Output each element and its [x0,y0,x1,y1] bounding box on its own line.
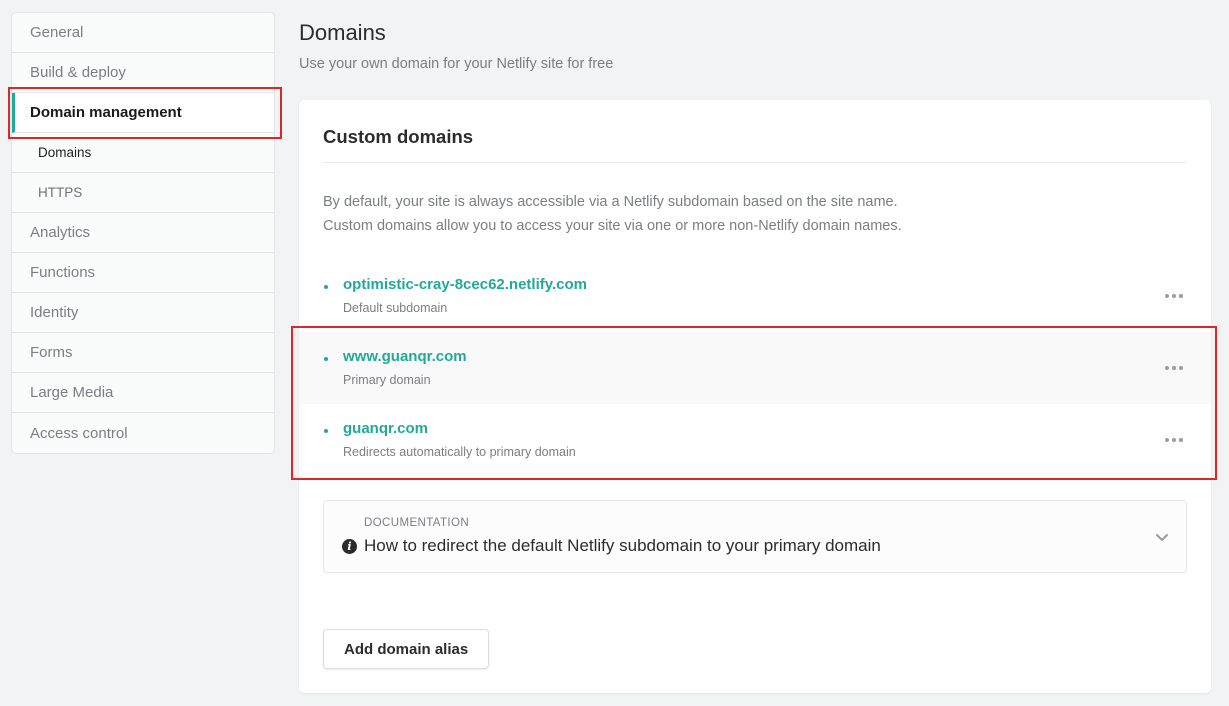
domain-row: guanqr.com Redirects automatically to pr… [299,404,1211,476]
bullet-icon [324,285,328,289]
info-icon: i [342,539,357,554]
sidebar-item-forms[interactable]: Forms [12,333,274,373]
more-options-icon[interactable] [1163,286,1185,306]
sidebar-item-domain-management[interactable]: Domain management [12,93,274,133]
add-domain-alias-button[interactable]: Add domain alias [323,629,490,669]
card-divider [323,162,1187,163]
sidebar-item-build-deploy[interactable]: Build & deploy [12,53,274,93]
domain-note: Default subdomain [343,301,448,315]
sidebar-item-analytics[interactable]: Analytics [12,213,274,253]
more-options-icon[interactable] [1163,430,1185,450]
domain-row: optimistic-cray-8cec62.netlify.com Defau… [299,260,1211,332]
bullet-icon [324,429,328,433]
sidebar-subitem-https[interactable]: HTTPS [12,173,274,213]
chevron-down-icon [1156,534,1168,541]
sidebar-subitem-domains[interactable]: Domains [12,133,274,173]
documentation-label: DOCUMENTATION [364,517,470,529]
domain-name-link[interactable]: guanqr.com [343,420,428,437]
sidebar-item-identity[interactable]: Identity [12,293,274,333]
card-description: By default, your site is always accessib… [323,190,902,238]
card-title: Custom domains [323,126,474,147]
documentation-title: How to redirect the default Netlify subd… [364,536,881,555]
page-title: Domains [299,20,386,45]
domain-note: Primary domain [343,373,431,387]
sidebar-item-access-control[interactable]: Access control [12,413,274,453]
custom-domains-card: Custom domains By default, your site is … [299,100,1211,693]
sidebar-item-functions[interactable]: Functions [12,253,274,293]
bullet-icon [324,357,328,361]
more-options-icon[interactable] [1163,358,1185,378]
sidebar-item-general[interactable]: General [12,13,274,53]
documentation-expander[interactable]: DOCUMENTATION i How to redirect the defa… [323,500,1187,573]
sidebar-item-large-media[interactable]: Large Media [12,373,274,413]
description-line-1: By default, your site is always accessib… [323,194,898,210]
domain-row: www.guanqr.com Primary domain [299,332,1211,404]
description-line-2: Custom domains allow you to access your … [323,218,902,234]
page-subtitle: Use your own domain for your Netlify sit… [299,56,614,72]
domain-name-link[interactable]: www.guanqr.com [343,348,467,365]
settings-sidebar: General Build & deploy Domain management… [11,12,275,454]
domain-note: Redirects automatically to primary domai… [343,445,576,459]
domain-name-link[interactable]: optimistic-cray-8cec62.netlify.com [343,276,587,293]
